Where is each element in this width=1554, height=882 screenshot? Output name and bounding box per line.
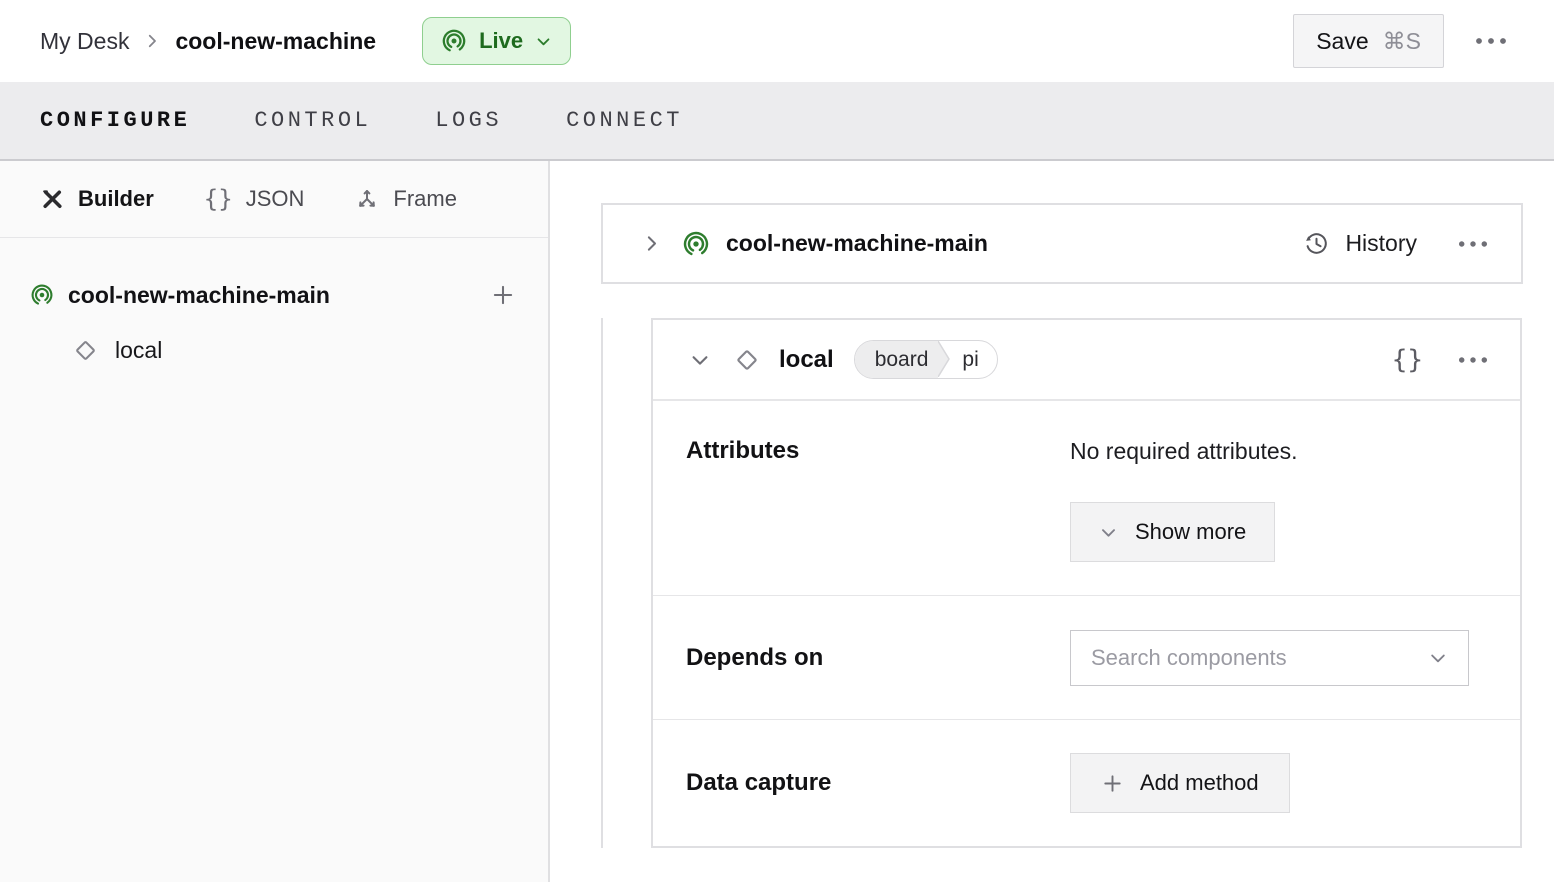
data-capture-label: Data capture: [686, 769, 1070, 797]
mode-builder[interactable]: Builder: [40, 186, 154, 212]
depends-on-placeholder: Search components: [1091, 645, 1287, 671]
view-mode-switcher: Builder {} JSON Frame: [0, 161, 548, 238]
machine-card-overflow-button[interactable]: [1451, 234, 1495, 254]
topbar-actions: Save ⌘S: [1293, 14, 1514, 68]
component-card-local: local board pi {} Attribu: [651, 318, 1522, 848]
content: Builder {} JSON Frame: [0, 161, 1554, 882]
component-type-badge: board pi: [854, 340, 998, 379]
json-icon: {}: [204, 185, 233, 213]
component-icon: [733, 346, 761, 374]
history-icon: [1303, 230, 1330, 257]
tree-machine-label: cool-new-machine-main: [68, 282, 330, 309]
add-part-icon: [490, 282, 516, 308]
mode-json-label: JSON: [246, 186, 305, 212]
component-card-title: local: [779, 346, 834, 374]
depends-on-label: Depends on: [686, 644, 1070, 672]
expand-machine-card-button[interactable]: [635, 227, 668, 260]
add-method-icon: [1101, 772, 1124, 795]
expand-icon: [641, 233, 662, 254]
depends-on-select[interactable]: Search components: [1070, 630, 1469, 686]
live-status-button[interactable]: Live: [422, 17, 571, 65]
badge-model-label: pi: [952, 341, 996, 378]
collapse-component-card-button[interactable]: [683, 343, 717, 377]
topbar-overflow-icon: [1474, 37, 1508, 45]
machine-part-icon: [682, 230, 710, 258]
badge-separator-icon: [938, 341, 952, 378]
tab-control[interactable]: CONTROL: [254, 100, 371, 141]
history-label: History: [1345, 230, 1417, 257]
topbar: My Desk cool-new-machine Live Save ⌘S: [0, 0, 1554, 82]
tree-local-label: local: [115, 337, 162, 364]
tree-connector-line: [601, 318, 603, 848]
breadcrumb: My Desk cool-new-machine: [40, 28, 376, 55]
badge-type-label: board: [855, 341, 939, 378]
section-data-capture: Data capture Add method: [653, 719, 1520, 846]
component-card-header: local board pi {}: [653, 320, 1520, 400]
save-shortcut-hint: ⌘S: [1383, 28, 1421, 55]
main-panel: cool-new-machine-main History: [550, 161, 1554, 882]
topbar-overflow-button[interactable]: [1468, 31, 1514, 51]
card-overflow-icon: [1457, 356, 1489, 364]
mode-json[interactable]: {} JSON: [204, 185, 305, 213]
machine-card-title: cool-new-machine-main: [726, 230, 988, 257]
live-label: Live: [479, 28, 523, 54]
tree-item-local[interactable]: local: [0, 327, 548, 373]
add-method-button[interactable]: Add method: [1070, 753, 1290, 813]
show-more-button[interactable]: Show more: [1070, 502, 1275, 562]
machine-tree: cool-new-machine-main local: [0, 238, 548, 373]
attributes-label: Attributes: [686, 436, 1070, 466]
live-chevron-icon: [535, 33, 552, 50]
sidebar: Builder {} JSON Frame: [0, 161, 550, 882]
tab-configure[interactable]: CONFIGURE: [40, 100, 190, 141]
breadcrumb-current: cool-new-machine: [175, 28, 376, 55]
json-view-icon[interactable]: {}: [1392, 345, 1423, 375]
mode-frame[interactable]: Frame: [354, 186, 457, 212]
frame-icon: [354, 186, 380, 212]
add-method-label: Add method: [1140, 770, 1259, 796]
breadcrumb-parent-link[interactable]: My Desk: [40, 28, 129, 55]
show-more-chevron-icon: [1099, 523, 1118, 542]
machine-part-icon: [30, 283, 54, 307]
live-icon: [441, 28, 467, 54]
component-icon: [72, 337, 99, 364]
breadcrumb-separator-icon: [143, 32, 161, 50]
section-attributes: Attributes No required attributes. Show …: [653, 400, 1520, 595]
component-card-overflow-button[interactable]: [1451, 350, 1495, 370]
select-chevron-icon: [1428, 648, 1448, 668]
section-depends-on: Depends on Search components: [653, 595, 1520, 719]
save-button[interactable]: Save ⌘S: [1293, 14, 1444, 68]
mode-builder-label: Builder: [78, 186, 154, 212]
attributes-empty-text: No required attributes.: [1070, 436, 1298, 466]
collapse-icon: [689, 349, 711, 371]
add-component-button[interactable]: [484, 276, 522, 314]
builder-icon: [40, 187, 65, 212]
save-button-label: Save: [1316, 28, 1368, 55]
tab-connect[interactable]: CONNECT: [566, 100, 683, 141]
card-overflow-icon: [1457, 240, 1489, 248]
machine-part-card: cool-new-machine-main History: [601, 203, 1523, 284]
tabbar: CONFIGURE CONTROL LOGS CONNECT: [0, 82, 1554, 161]
history-button[interactable]: History: [1303, 230, 1417, 257]
mode-frame-label: Frame: [393, 186, 457, 212]
show-more-label: Show more: [1135, 519, 1246, 545]
tree-item-machine-part[interactable]: cool-new-machine-main: [0, 271, 548, 319]
tab-logs[interactable]: LOGS: [435, 100, 502, 141]
